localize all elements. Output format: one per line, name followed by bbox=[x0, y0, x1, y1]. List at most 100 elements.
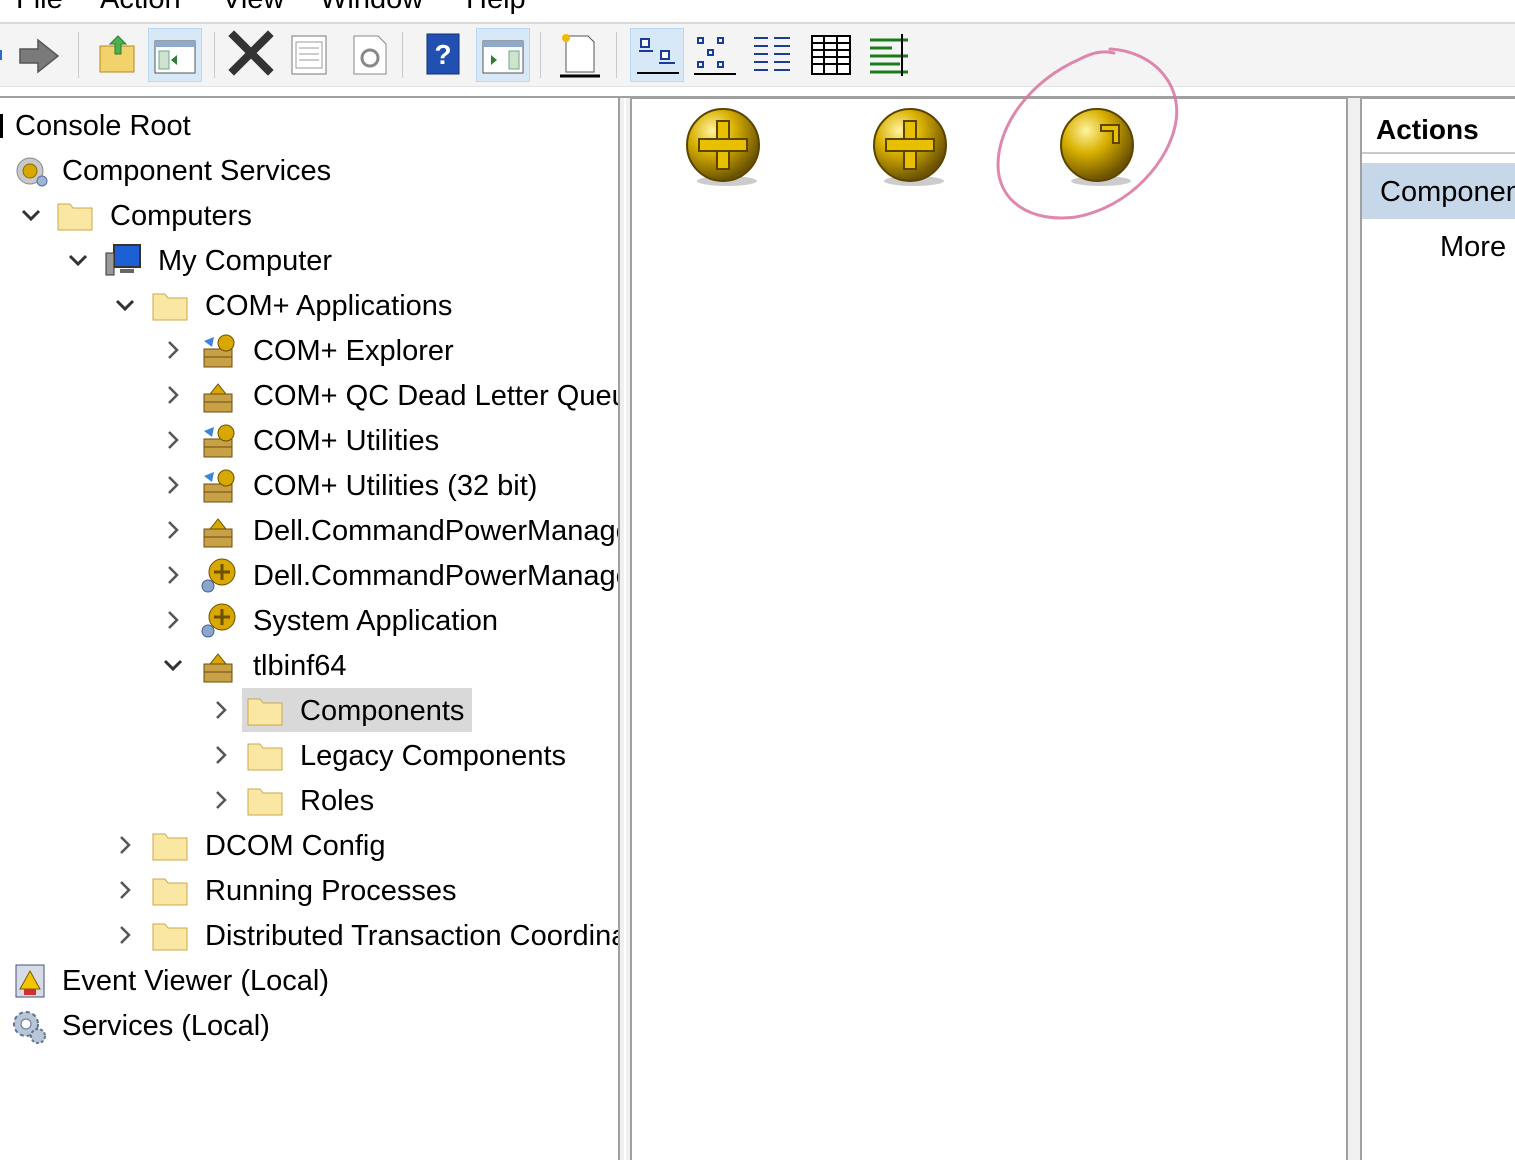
annotation-circle bbox=[996, 47, 1179, 220]
tree-item-app[interactable]: COM+ Explorer bbox=[0, 329, 618, 373]
tree-item-label: tlbinf64 bbox=[253, 650, 347, 682]
menu-view[interactable]: View bbox=[222, 0, 284, 16]
chevron-right-icon[interactable] bbox=[114, 834, 136, 856]
tree-item-app[interactable]: COM+ Utilities bbox=[0, 419, 618, 463]
chevron-down-icon[interactable] bbox=[114, 294, 136, 316]
folder-icon bbox=[247, 743, 283, 771]
folder-icon bbox=[247, 698, 283, 726]
tree-item-my-computer[interactable]: My Computer bbox=[0, 239, 618, 283]
help-button[interactable]: ? bbox=[416, 28, 470, 82]
tree-item-label: Distributed Transaction Coordina bbox=[205, 920, 618, 952]
tree-item-label: Services (Local) bbox=[62, 1010, 270, 1042]
chevron-right-icon[interactable] bbox=[162, 429, 184, 451]
chevron-right-icon[interactable] bbox=[162, 474, 184, 496]
tree-item-label: Legacy Components bbox=[300, 740, 566, 772]
folder-icon bbox=[247, 788, 283, 816]
chevron-right-icon[interactable] bbox=[162, 339, 184, 361]
menu-window[interactable]: Window bbox=[320, 0, 423, 16]
large-icons-view-button[interactable] bbox=[630, 28, 684, 82]
tree-item-computers[interactable]: Computers bbox=[0, 194, 618, 238]
show-hide-action-pane-icon bbox=[482, 40, 524, 74]
system-app-icon bbox=[201, 603, 236, 638]
tree-item-roles[interactable]: Roles bbox=[0, 779, 618, 823]
new-button[interactable] bbox=[552, 28, 606, 82]
tree-item-legacy-components[interactable]: Legacy Components bbox=[0, 734, 618, 778]
menu-action[interactable]: Action bbox=[100, 0, 181, 16]
show-hide-tree-button[interactable] bbox=[148, 28, 202, 82]
status-view-button[interactable] bbox=[862, 28, 916, 82]
menu-help[interactable]: Help bbox=[466, 0, 526, 16]
tree-item-component-services[interactable]: Component Services bbox=[0, 149, 618, 193]
com-app-icon bbox=[203, 469, 235, 503]
tree-item-label: COM+ Utilities (32 bit) bbox=[253, 470, 538, 502]
tree-item-com-applications[interactable]: COM+ Applications bbox=[0, 284, 618, 328]
tree-item-app[interactable]: Dell.CommandPowerManage bbox=[0, 509, 618, 553]
forward-icon bbox=[19, 38, 60, 74]
chevron-right-icon[interactable] bbox=[162, 519, 184, 541]
tree-item-components[interactable]: Components bbox=[0, 688, 618, 733]
small-icons-view-button[interactable] bbox=[688, 28, 742, 82]
folder-icon bbox=[152, 878, 188, 906]
chevron-right-icon[interactable] bbox=[162, 564, 184, 586]
delete-button[interactable] bbox=[224, 28, 278, 82]
up-one-level-button[interactable] bbox=[90, 28, 144, 82]
chevron-down-icon[interactable] bbox=[20, 204, 42, 226]
chevron-right-icon[interactable] bbox=[162, 609, 184, 631]
chevron-down-icon[interactable] bbox=[162, 654, 184, 676]
chevron-right-icon[interactable] bbox=[162, 384, 184, 406]
com-app-icon bbox=[203, 518, 233, 548]
tree-item-running-processes[interactable]: Running Processes bbox=[0, 869, 618, 913]
component-icon[interactable] bbox=[870, 107, 952, 189]
back-button[interactable] bbox=[0, 28, 6, 82]
console-root-icon bbox=[0, 114, 3, 138]
detail-view-button[interactable] bbox=[804, 28, 858, 82]
tree-item-label: Computers bbox=[110, 200, 252, 232]
my-computer-icon bbox=[105, 244, 141, 276]
chevron-down-icon[interactable] bbox=[67, 249, 89, 271]
results-pane bbox=[632, 47, 1346, 1160]
chevron-right-icon[interactable] bbox=[114, 924, 136, 946]
tree-item-event-viewer[interactable]: Event Viewer (Local) bbox=[0, 959, 618, 1003]
tree-item-label: Running Processes bbox=[205, 875, 457, 907]
tree-item-app[interactable]: System Application bbox=[0, 599, 618, 643]
tree-item-dcom-config[interactable]: DCOM Config bbox=[0, 824, 618, 868]
chevron-right-icon[interactable] bbox=[210, 699, 232, 721]
folder-icon bbox=[152, 293, 188, 321]
properties-icon bbox=[291, 35, 327, 75]
tree-item-services[interactable]: Services (Local) bbox=[0, 1004, 618, 1048]
back-icon bbox=[0, 50, 2, 60]
tree-item-label: Dell.CommandPowerManage bbox=[253, 515, 618, 547]
up-one-level-icon bbox=[99, 35, 135, 73]
svg-text:?: ? bbox=[434, 39, 451, 70]
tree-item-app[interactable]: Dell.CommandPowerManage bbox=[0, 554, 618, 598]
menu-file[interactable]: File bbox=[16, 0, 63, 16]
system-app-icon bbox=[201, 558, 236, 593]
refresh-button[interactable] bbox=[342, 28, 396, 82]
tree-item-console-root[interactable]: Console Root bbox=[0, 104, 618, 148]
console-tree: Console Root Component Services Computer… bbox=[0, 98, 618, 1160]
forward-button[interactable] bbox=[12, 28, 66, 82]
more-actions-link[interactable]: More bbox=[1440, 231, 1506, 264]
folder-icon bbox=[152, 923, 188, 951]
component-icon[interactable] bbox=[683, 107, 765, 189]
tree-item-label: My Computer bbox=[158, 245, 333, 277]
com-app-icon bbox=[203, 424, 235, 458]
new-icon bbox=[560, 34, 600, 78]
actions-splitter[interactable] bbox=[1346, 98, 1362, 1160]
tree-item-app-tlbinf64[interactable]: tlbinf64 bbox=[0, 644, 618, 688]
actions-pane: Actions Componen More bbox=[1362, 99, 1515, 1160]
tree-item-app[interactable]: COM+ Utilities (32 bit) bbox=[0, 464, 618, 508]
chevron-right-icon[interactable] bbox=[210, 744, 232, 766]
chevron-right-icon[interactable] bbox=[114, 879, 136, 901]
chevron-right-icon[interactable] bbox=[210, 789, 232, 811]
tree-item-label: Component Services bbox=[62, 155, 332, 187]
show-hide-action-pane-button[interactable] bbox=[476, 28, 530, 82]
properties-button[interactable] bbox=[282, 28, 336, 82]
list-view-button[interactable] bbox=[746, 28, 800, 82]
component-services-icon bbox=[16, 157, 48, 187]
actions-section-header[interactable]: Componen bbox=[1362, 163, 1515, 219]
tree-splitter[interactable] bbox=[618, 98, 632, 1160]
tree-item-dtc[interactable]: Distributed Transaction Coordina bbox=[0, 914, 618, 958]
tree-item-app[interactable]: COM+ QC Dead Letter Queu bbox=[0, 374, 618, 418]
folder-icon bbox=[57, 203, 93, 231]
